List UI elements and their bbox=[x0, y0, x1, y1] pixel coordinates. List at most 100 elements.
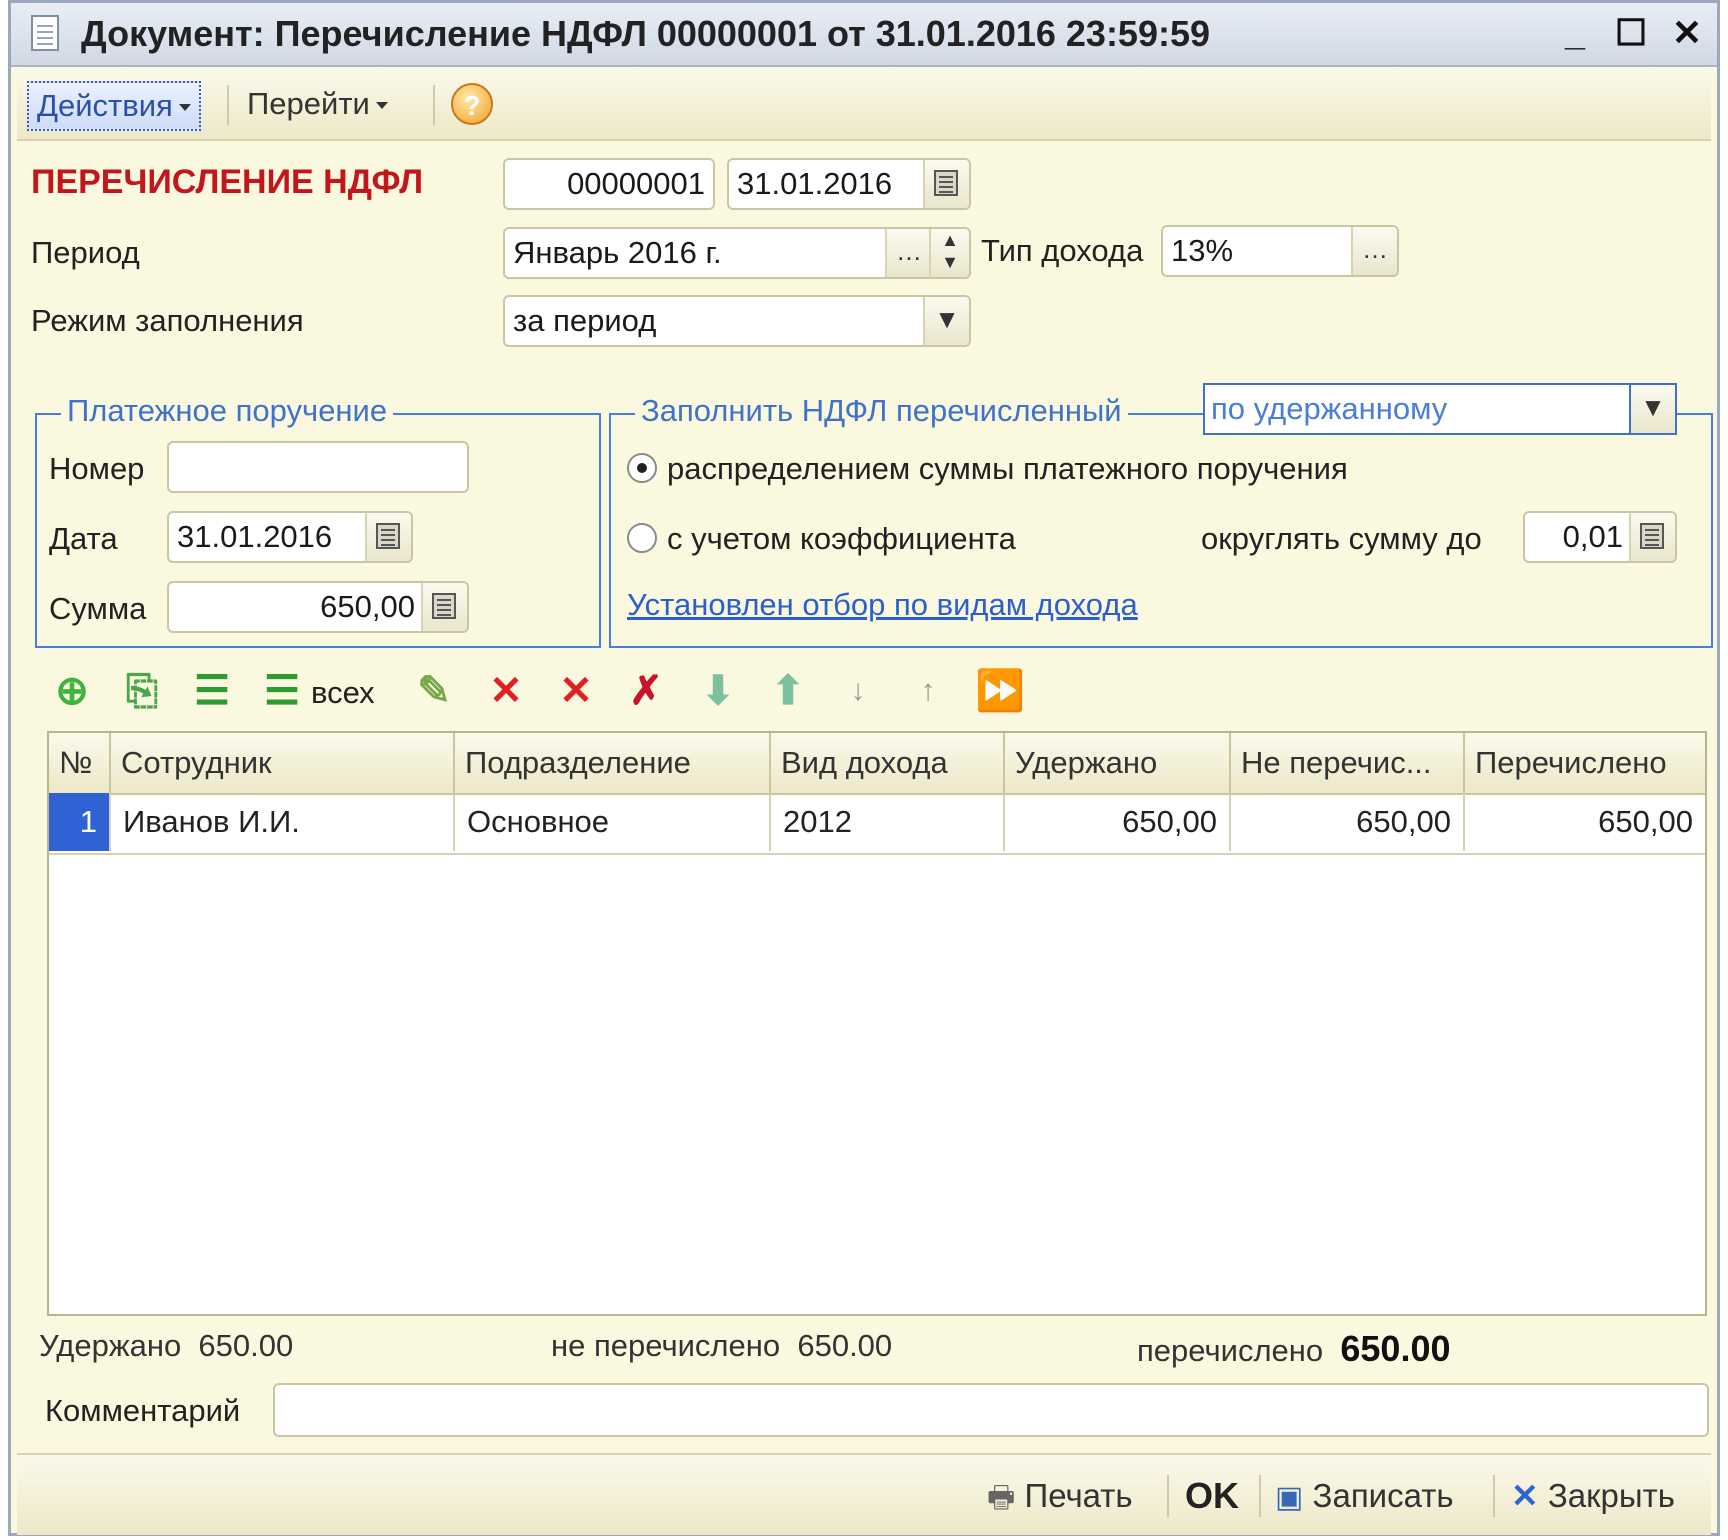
delete-marked-icon[interactable]: ✗ bbox=[623, 668, 669, 714]
document-date-field[interactable]: 31.01.2016 bbox=[727, 158, 971, 210]
chevron-down-icon[interactable]: ▼ bbox=[1629, 385, 1675, 433]
payment-sum-value: 650,00 bbox=[320, 589, 415, 624]
fill-transferred-title: Заполнить НДФЛ перечисленный bbox=[635, 393, 1128, 429]
printer-icon: 🖶 bbox=[987, 1481, 1016, 1514]
round-field[interactable]: 0,01 bbox=[1523, 511, 1677, 563]
withheld-total-value: 650.00 bbox=[198, 1328, 294, 1363]
cell-employee[interactable]: Иванов И.И. bbox=[111, 793, 455, 851]
payment-calendar-button[interactable] bbox=[365, 513, 411, 561]
fill-mode-label: Режим заполнения bbox=[31, 303, 304, 338]
income-type-select-button[interactable]: … bbox=[1351, 227, 1397, 275]
footer-divider bbox=[1167, 1475, 1169, 1517]
income-filter-link[interactable]: Установлен отбор по видам дохода bbox=[627, 587, 1138, 623]
footer-bar: 🖶 Печать OK ▣ Записать ✕ Закрыть bbox=[17, 1453, 1711, 1535]
print-label: Печать bbox=[1024, 1477, 1133, 1514]
comment-field[interactable] bbox=[273, 1383, 1709, 1437]
sort-asc-icon[interactable]: ↓ bbox=[835, 668, 881, 714]
save-label: Записать bbox=[1312, 1477, 1454, 1514]
close-window-button[interactable]: ✕ bbox=[1663, 9, 1711, 57]
sort-desc-icon[interactable]: ↑ bbox=[905, 668, 951, 714]
transferred-total-value: 650.00 bbox=[1340, 1328, 1451, 1369]
fill-mode-dropdown-button[interactable]: ▼ bbox=[923, 297, 969, 345]
copy-icon[interactable]: ⎘ bbox=[119, 668, 165, 714]
payment-order-title: Платежное поручение bbox=[61, 393, 394, 429]
move-up-icon[interactable]: ⬆ bbox=[765, 668, 811, 714]
help-icon[interactable]: ? bbox=[451, 83, 493, 125]
period-field[interactable]: Январь 2016 г. … ▲ ▼ bbox=[503, 227, 971, 279]
fill-mode-select[interactable]: за период ▼ bbox=[503, 295, 971, 347]
cell-withheld[interactable]: 650,00 bbox=[1005, 793, 1231, 851]
distribute-sum-label: распределением суммы платежного поручени… bbox=[667, 451, 1348, 486]
cell-department[interactable]: Основное bbox=[455, 793, 771, 851]
fill-all-label[interactable]: всех bbox=[311, 675, 375, 711]
document-number-field[interactable]: 00000001 bbox=[503, 158, 715, 210]
minimize-button[interactable]: _ bbox=[1551, 9, 1599, 57]
column-header-department[interactable]: Подразделение bbox=[455, 733, 771, 793]
round-value: 0,01 bbox=[1562, 519, 1623, 554]
move-down-icon[interactable]: ⬇ bbox=[695, 668, 741, 714]
column-header-income-type[interactable]: Вид дохода bbox=[771, 733, 1005, 793]
add-icon[interactable]: ⊕ bbox=[49, 668, 95, 714]
window-title: Документ: Перечисление НДФЛ 00000001 от … bbox=[81, 13, 1211, 54]
table-row[interactable]: 1 Иванов И.И. Основное 2012 650,00 650,0… bbox=[49, 793, 1705, 855]
fill-icon[interactable]: ☰ bbox=[189, 668, 235, 714]
comment-label: Комментарий bbox=[45, 1393, 241, 1428]
payment-number-label: Номер bbox=[49, 451, 145, 486]
payment-date-field[interactable]: 31.01.2016 bbox=[167, 511, 413, 563]
column-header-employee[interactable]: Сотрудник bbox=[111, 733, 455, 793]
delete-icon[interactable]: ✕ bbox=[483, 668, 529, 714]
title-bar[interactable]: Документ: Перечисление НДФЛ 00000001 от … bbox=[11, 3, 1717, 67]
document-date-value: 31.01.2016 bbox=[737, 166, 893, 201]
goto-menu[interactable]: Перейти bbox=[239, 81, 396, 127]
round-calculator-button[interactable] bbox=[1629, 513, 1675, 561]
fill-transferred-mode-select[interactable]: по удержанному ▼ bbox=[1203, 383, 1677, 435]
fast-forward-icon[interactable]: ⏩ bbox=[975, 668, 1025, 714]
table-header: № Сотрудник Подразделение Вид дохода Уде… bbox=[49, 733, 1705, 795]
calculator-button[interactable] bbox=[421, 583, 467, 631]
calendar-icon bbox=[376, 523, 400, 549]
fill-mode-value: за период bbox=[513, 303, 657, 338]
toolbar-divider bbox=[227, 85, 229, 125]
cell-not-transferred[interactable]: 650,00 bbox=[1231, 793, 1465, 851]
save-button[interactable]: ▣ Записать bbox=[1275, 1473, 1454, 1519]
tax-table[interactable]: № Сотрудник Подразделение Вид дохода Уде… bbox=[47, 731, 1707, 1316]
row-number[interactable]: 1 bbox=[49, 793, 111, 851]
document-icon bbox=[31, 15, 59, 51]
close-button[interactable]: ✕ Закрыть bbox=[1511, 1473, 1675, 1519]
cell-income-type[interactable]: 2012 bbox=[771, 793, 1005, 851]
goto-menu-label: Перейти bbox=[247, 86, 370, 121]
clear-icon[interactable]: ✕ bbox=[553, 668, 599, 714]
period-label: Период bbox=[31, 235, 140, 270]
not-transferred-total-label: не перечислено bbox=[551, 1328, 781, 1363]
income-type-value: 13% bbox=[1171, 233, 1234, 268]
coefficient-radio[interactable] bbox=[627, 523, 657, 553]
period-select-button[interactable]: … bbox=[885, 229, 931, 277]
calendar-icon bbox=[934, 170, 958, 196]
payment-date-value: 31.01.2016 bbox=[177, 519, 333, 554]
period-spinner[interactable]: ▲ ▼ bbox=[929, 229, 969, 277]
coefficient-label: с учетом коэффициента bbox=[667, 521, 1016, 556]
column-header-transferred[interactable]: Перечислено bbox=[1465, 733, 1705, 793]
save-icon: ▣ bbox=[1275, 1481, 1304, 1514]
distribute-sum-radio[interactable] bbox=[627, 453, 657, 483]
payment-sum-field[interactable]: 650,00 bbox=[167, 581, 469, 633]
not-transferred-total-value: 650.00 bbox=[797, 1328, 893, 1363]
document-window: Документ: Перечисление НДФЛ 00000001 от … bbox=[8, 0, 1720, 1536]
calculator-icon bbox=[1640, 523, 1664, 549]
actions-menu[interactable]: Действия bbox=[27, 81, 201, 131]
chevron-down-icon bbox=[375, 102, 388, 110]
payment-number-field[interactable] bbox=[167, 441, 469, 493]
column-header-withheld[interactable]: Удержано bbox=[1005, 733, 1231, 793]
column-header-number[interactable]: № bbox=[49, 733, 111, 793]
fill-all-icon[interactable]: ☰ bbox=[259, 668, 305, 714]
calendar-button[interactable] bbox=[923, 160, 969, 208]
income-type-field[interactable]: 13% … bbox=[1161, 225, 1399, 277]
print-button[interactable]: 🖶 Печать bbox=[987, 1473, 1133, 1519]
maximize-button[interactable]: ☐ bbox=[1607, 9, 1655, 57]
transferred-total-label: перечислено bbox=[1137, 1333, 1324, 1368]
cell-transferred[interactable]: 650,00 bbox=[1465, 793, 1705, 851]
ok-button[interactable]: OK bbox=[1185, 1473, 1239, 1519]
edit-icon[interactable]: ✎ bbox=[411, 668, 457, 714]
footer-divider bbox=[1259, 1475, 1261, 1517]
column-header-not-transferred[interactable]: Не перечис... bbox=[1231, 733, 1465, 793]
